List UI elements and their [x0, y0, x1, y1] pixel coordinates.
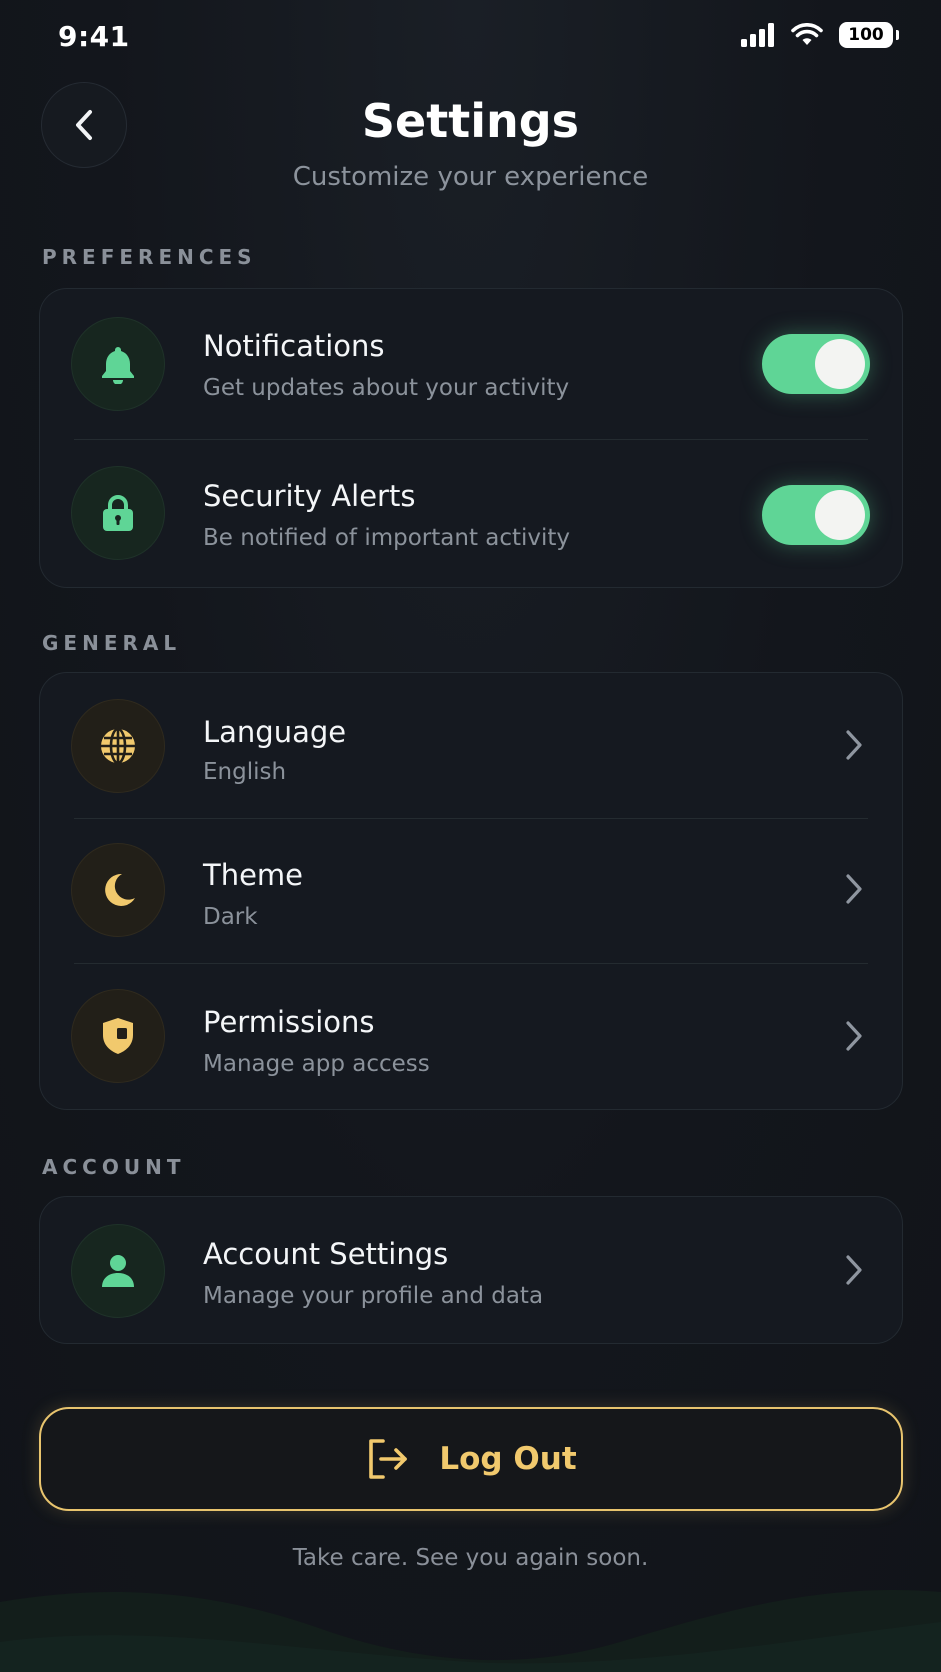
lock-icon: [103, 495, 133, 531]
account-settings-row[interactable]: Account Settings Manage your profile and…: [40, 1197, 904, 1345]
account-card: Account Settings Manage your profile and…: [39, 1196, 903, 1344]
chevron-right-icon: [846, 730, 862, 760]
security-alerts-title: Security Alerts: [203, 479, 416, 513]
section-label-preferences: PREFERENCES: [42, 245, 257, 269]
user-icon: [102, 1255, 134, 1287]
notifications-toggle[interactable]: [762, 334, 870, 394]
page-title: Settings: [361, 94, 580, 148]
section-label-account: ACCOUNT: [42, 1155, 186, 1179]
section-label-general: GENERAL: [42, 631, 182, 655]
language-icon-badge: [71, 699, 165, 793]
logout-button[interactable]: Log Out: [39, 1407, 903, 1511]
notifications-subtitle: Get updates about your activity: [203, 375, 570, 401]
language-value: English: [203, 759, 287, 785]
security-alerts-row[interactable]: Security Alerts Be notified of important…: [40, 439, 904, 589]
language-title: Language: [203, 715, 347, 749]
notifications-icon-badge: [71, 317, 165, 411]
security-alerts-toggle[interactable]: [762, 485, 870, 545]
chevron-right-icon: [846, 1255, 862, 1285]
permissions-subtitle: Manage app access: [203, 1051, 430, 1077]
theme-icon-badge: [71, 843, 165, 937]
moon-icon: [105, 873, 135, 906]
status-icons: 100: [741, 22, 899, 48]
security-alerts-subtitle: Be notified of important activity: [203, 525, 571, 551]
permissions-icon-badge: [71, 989, 165, 1083]
status-bar: 9:41 100: [0, 0, 941, 76]
status-time: 9:41: [58, 20, 130, 53]
chevron-right-icon: [846, 874, 862, 904]
notifications-row[interactable]: Notifications Get updates about your act…: [40, 289, 904, 439]
page-subtitle: Customize your experience: [292, 162, 649, 192]
battery-indicator: 100: [839, 22, 899, 48]
logout-label: Log Out: [439, 1441, 577, 1477]
account-settings-title: Account Settings: [203, 1237, 449, 1271]
permissions-title: Permissions: [203, 1005, 375, 1039]
account-icon-badge: [71, 1224, 165, 1318]
logout-icon: [369, 1439, 408, 1479]
permissions-row[interactable]: Permissions Manage app access: [40, 963, 904, 1111]
toggle-knob: [815, 490, 865, 540]
chevron-right-icon: [846, 1021, 862, 1051]
language-row[interactable]: Language English: [40, 673, 904, 818]
theme-title: Theme: [203, 858, 304, 892]
settings-screen: 9:41 100 Settings Customize your experie…: [0, 0, 941, 1672]
notifications-title: Notifications: [203, 329, 385, 363]
preferences-card: Notifications Get updates about your act…: [39, 288, 903, 588]
theme-row[interactable]: Theme Dark: [40, 818, 904, 963]
security-icon-badge: [71, 466, 165, 560]
globe-icon: [101, 727, 135, 765]
toggle-knob: [815, 339, 865, 389]
general-card: Language English Theme Dark Permissions …: [39, 672, 903, 1110]
decorative-hills: [0, 1590, 941, 1672]
bell-icon: [102, 347, 134, 384]
account-settings-subtitle: Manage your profile and data: [203, 1283, 544, 1309]
theme-value: Dark: [203, 904, 258, 930]
cellular-signal-icon: [741, 23, 774, 47]
shield-icon: [103, 1018, 133, 1054]
wifi-icon: [791, 23, 823, 45]
